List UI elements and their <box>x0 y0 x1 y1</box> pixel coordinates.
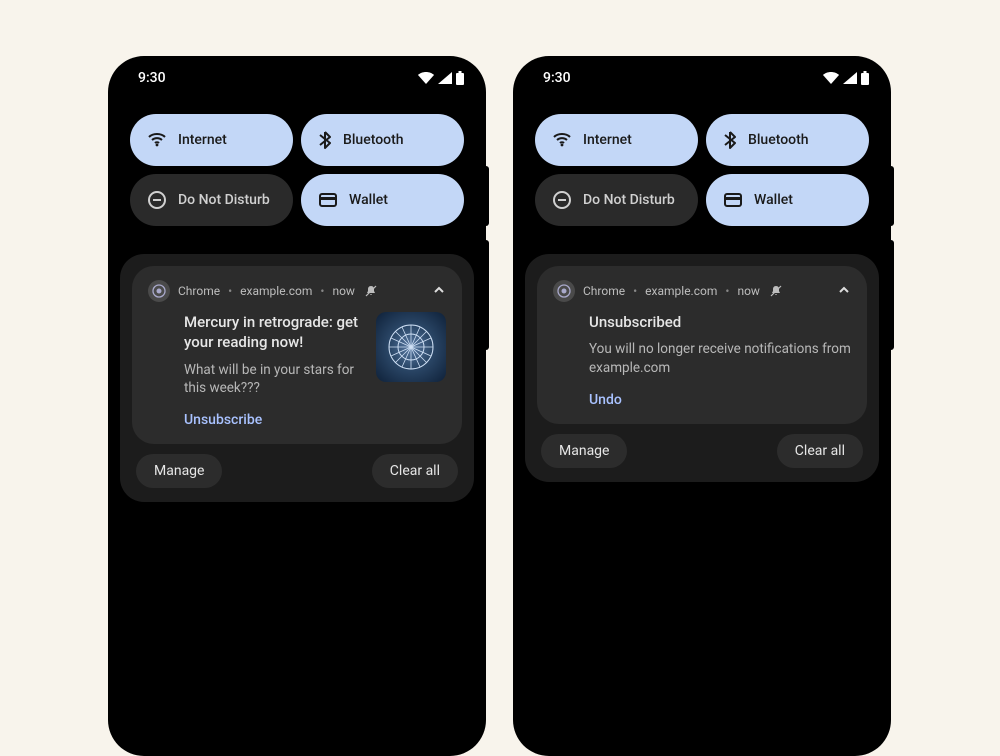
clear-all-button[interactable]: Clear all <box>372 454 458 488</box>
wifi-icon <box>823 72 839 84</box>
qs-internet[interactable]: Internet <box>535 114 698 166</box>
notification-title: Unsubscribed <box>589 312 851 332</box>
qs-wallet[interactable]: Wallet <box>706 174 869 226</box>
notif-app: Chrome <box>583 284 625 298</box>
qs-wallet-label: Wallet <box>754 192 793 208</box>
notification-card[interactable]: Chrome • example.com • now Unsubscribed … <box>537 266 867 424</box>
bluetooth-icon <box>724 131 736 149</box>
notification-header: Chrome • example.com • now <box>553 280 851 302</box>
notification-body: What will be in your stars for this week… <box>184 361 364 399</box>
wallet-icon <box>724 193 742 207</box>
undo-button[interactable]: Undo <box>553 378 851 410</box>
qs-internet-label: Internet <box>583 132 632 148</box>
notif-time: now <box>332 284 355 298</box>
bell-icon <box>365 285 377 297</box>
status-icons <box>418 71 464 85</box>
bell-icon <box>770 285 782 297</box>
qs-wallet[interactable]: Wallet <box>301 174 464 226</box>
notif-time: now <box>737 284 760 298</box>
collapse-icon[interactable] <box>837 283 851 300</box>
manage-button[interactable]: Manage <box>541 434 627 468</box>
qs-dnd-label: Do Not Disturb <box>583 192 675 208</box>
notification-title: Mercury in retrograde: get your reading … <box>184 312 364 353</box>
unsubscribe-button[interactable]: Unsubscribe <box>148 398 446 430</box>
notification-thumbnail <box>376 312 446 382</box>
notification-body: You will no longer receive notifications… <box>589 340 851 378</box>
wifi-icon <box>553 133 571 147</box>
qs-internet[interactable]: Internet <box>130 114 293 166</box>
status-bar: 9:30 <box>108 56 486 92</box>
wifi-icon <box>148 133 166 147</box>
qs-bluetooth-label: Bluetooth <box>343 132 404 148</box>
phone-frame-right: 9:30 Internet Bluetooth Do Not Disturb W… <box>513 56 891 756</box>
clear-all-button[interactable]: Clear all <box>777 434 863 468</box>
wifi-icon <box>418 72 434 84</box>
status-icons <box>823 71 869 85</box>
battery-icon <box>456 71 464 85</box>
manage-button[interactable]: Manage <box>136 454 222 488</box>
qs-internet-label: Internet <box>178 132 227 148</box>
notification-card[interactable]: Chrome • example.com • now Mercury in re… <box>132 266 462 444</box>
signal-icon <box>843 72 857 84</box>
signal-icon <box>438 72 452 84</box>
chrome-icon <box>553 280 575 302</box>
qs-dnd-label: Do Not Disturb <box>178 192 270 208</box>
status-bar: 9:30 <box>513 56 891 92</box>
quick-settings: Internet Bluetooth Do Not Disturb Wallet <box>108 92 486 240</box>
notification-header: Chrome • example.com • now <box>148 280 446 302</box>
collapse-icon[interactable] <box>432 283 446 300</box>
status-time: 9:30 <box>138 70 166 86</box>
phone-frame-left: 9:30 Internet Bluetooth Do Not Disturb W… <box>108 56 486 756</box>
battery-icon <box>861 71 869 85</box>
wallet-icon <box>319 193 337 207</box>
qs-bluetooth-label: Bluetooth <box>748 132 809 148</box>
notification-shade: Chrome • example.com • now Unsubscribed … <box>525 254 879 482</box>
qs-dnd[interactable]: Do Not Disturb <box>535 174 698 226</box>
dnd-icon <box>148 191 166 209</box>
notif-site: example.com <box>645 284 717 298</box>
dnd-icon <box>553 191 571 209</box>
bluetooth-icon <box>319 131 331 149</box>
chrome-icon <box>148 280 170 302</box>
qs-dnd[interactable]: Do Not Disturb <box>130 174 293 226</box>
notification-shade: Chrome • example.com • now Mercury in re… <box>120 254 474 502</box>
quick-settings: Internet Bluetooth Do Not Disturb Wallet <box>513 92 891 240</box>
qs-wallet-label: Wallet <box>349 192 388 208</box>
qs-bluetooth[interactable]: Bluetooth <box>301 114 464 166</box>
notif-app: Chrome <box>178 284 220 298</box>
notif-site: example.com <box>240 284 312 298</box>
status-time: 9:30 <box>543 70 571 86</box>
qs-bluetooth[interactable]: Bluetooth <box>706 114 869 166</box>
